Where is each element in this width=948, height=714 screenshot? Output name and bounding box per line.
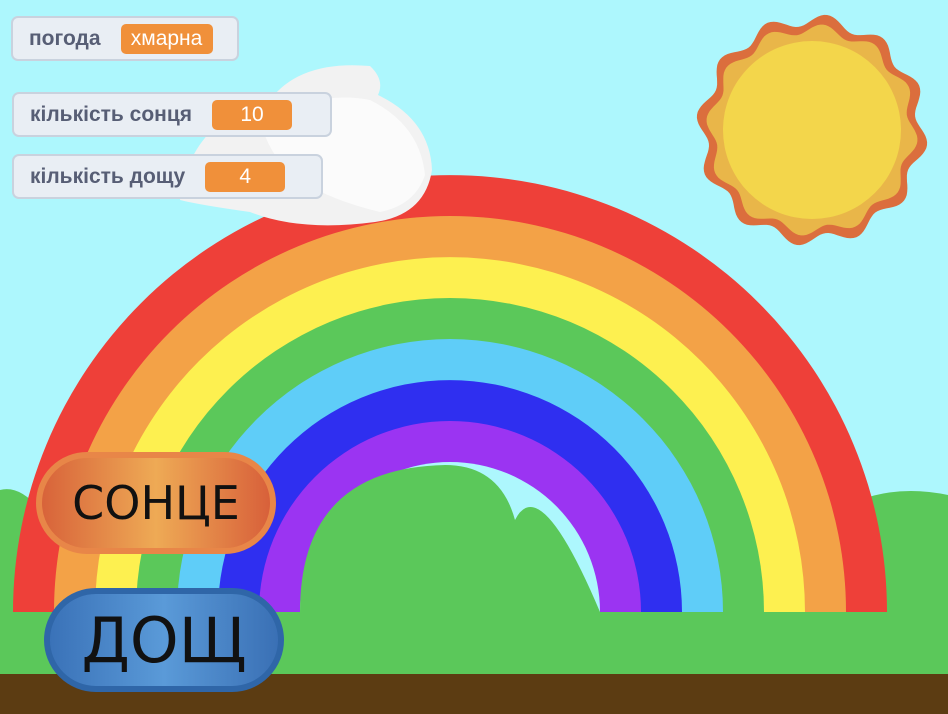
rain-count-monitor-value: 4: [205, 161, 286, 192]
rain-button-label: ДОЩ: [81, 603, 247, 677]
rain-count-variable-monitor: кількість дощу 4: [12, 154, 323, 199]
weather-variable-monitor: погода хмарна: [11, 16, 239, 61]
weather-monitor-label: погода: [29, 26, 101, 50]
sun-count-monitor-label: кількість сонця: [30, 102, 193, 126]
weather-monitor-value: хмарна: [120, 23, 213, 54]
rain-count-monitor-label: кількість дощу: [30, 164, 186, 188]
sun-count-variable-monitor: кількість сонця 10: [12, 92, 332, 137]
sun-count-monitor-value: 10: [212, 99, 293, 130]
sun-button-label: СОНЦЕ: [72, 476, 240, 530]
sun-button[interactable]: СОНЦЕ: [36, 452, 276, 554]
rain-button[interactable]: ДОЩ: [44, 588, 284, 692]
